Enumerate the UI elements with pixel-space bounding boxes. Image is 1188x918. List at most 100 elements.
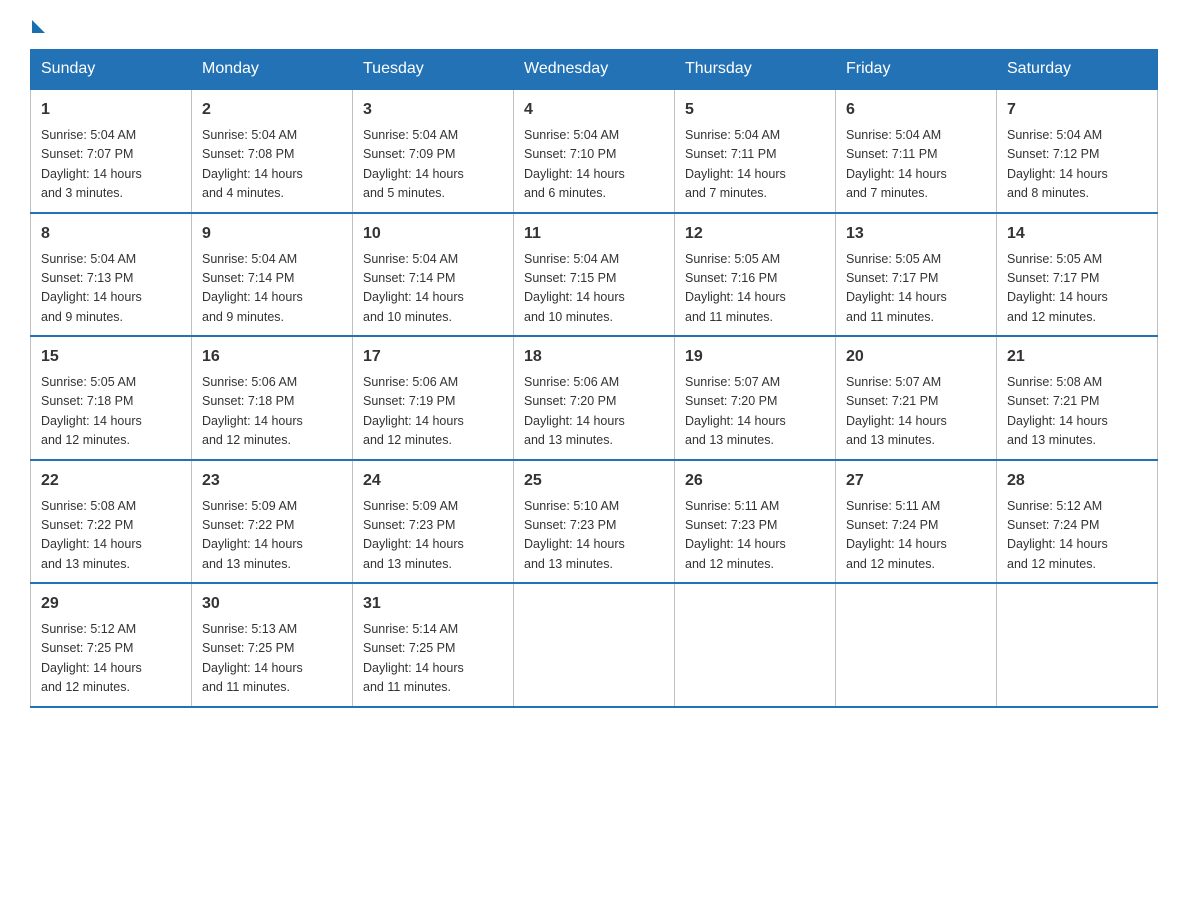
calendar-cell: 26 Sunrise: 5:11 AMSunset: 7:23 PMDayligh… <box>675 460 836 584</box>
day-info: Sunrise: 5:11 AMSunset: 7:24 PMDaylight:… <box>846 497 986 575</box>
day-number: 11 <box>524 222 664 246</box>
day-info: Sunrise: 5:04 AMSunset: 7:14 PMDaylight:… <box>363 250 503 328</box>
day-number: 8 <box>41 222 181 246</box>
page-header <box>30 20 1158 31</box>
day-info: Sunrise: 5:04 AMSunset: 7:09 PMDaylight:… <box>363 126 503 204</box>
day-number: 18 <box>524 345 664 369</box>
day-info: Sunrise: 5:10 AMSunset: 7:23 PMDaylight:… <box>524 497 664 575</box>
day-info: Sunrise: 5:07 AMSunset: 7:21 PMDaylight:… <box>846 373 986 451</box>
day-info: Sunrise: 5:11 AMSunset: 7:23 PMDaylight:… <box>685 497 825 575</box>
day-info: Sunrise: 5:04 AMSunset: 7:15 PMDaylight:… <box>524 250 664 328</box>
calendar-week-row: 29 Sunrise: 5:12 AMSunset: 7:25 PMDayligh… <box>31 583 1158 707</box>
calendar-cell: 6 Sunrise: 5:04 AMSunset: 7:11 PMDaylight… <box>836 89 997 213</box>
day-number: 2 <box>202 98 342 122</box>
calendar-cell: 20Sunrise: 5:07 AMSunset: 7:21 PMDayligh… <box>836 336 997 460</box>
day-info: Sunrise: 5:04 AMSunset: 7:10 PMDaylight:… <box>524 126 664 204</box>
calendar-cell <box>675 583 836 707</box>
day-number: 30 <box>202 592 342 616</box>
day-info: Sunrise: 5:04 AMSunset: 7:12 PMDaylight:… <box>1007 126 1147 204</box>
col-header-saturday: Saturday <box>997 50 1158 90</box>
calendar-cell: 24Sunrise: 5:09 AMSunset: 7:23 PMDayligh… <box>353 460 514 584</box>
day-number: 3 <box>363 98 503 122</box>
day-number: 16 <box>202 345 342 369</box>
calendar-cell: 5 Sunrise: 5:04 AMSunset: 7:11 PMDaylight… <box>675 89 836 213</box>
day-number: 13 <box>846 222 986 246</box>
calendar-table: SundayMondayTuesdayWednesdayThursdayFrid… <box>30 49 1158 708</box>
day-info: Sunrise: 5:04 AMSunset: 7:11 PMDaylight:… <box>846 126 986 204</box>
calendar-cell <box>997 583 1158 707</box>
day-info: Sunrise: 5:12 AMSunset: 7:25 PMDaylight:… <box>41 620 181 698</box>
day-info: Sunrise: 5:08 AMSunset: 7:21 PMDaylight:… <box>1007 373 1147 451</box>
day-number: 22 <box>41 469 181 493</box>
day-info: Sunrise: 5:12 AMSunset: 7:24 PMDaylight:… <box>1007 497 1147 575</box>
day-number: 15 <box>41 345 181 369</box>
day-number: 27 <box>846 469 986 493</box>
calendar-cell: 31 Sunrise: 5:14 AMSunset: 7:25 PMDayligh… <box>353 583 514 707</box>
day-info: Sunrise: 5:05 AMSunset: 7:16 PMDaylight:… <box>685 250 825 328</box>
calendar-cell: 7 Sunrise: 5:04 AMSunset: 7:12 PMDaylight… <box>997 89 1158 213</box>
calendar-cell: 3 Sunrise: 5:04 AMSunset: 7:09 PMDaylight… <box>353 89 514 213</box>
calendar-cell: 13 Sunrise: 5:05 AMSunset: 7:17 PMDayligh… <box>836 213 997 337</box>
calendar-header-row: SundayMondayTuesdayWednesdayThursdayFrid… <box>31 50 1158 90</box>
day-info: Sunrise: 5:07 AMSunset: 7:20 PMDaylight:… <box>685 373 825 451</box>
col-header-thursday: Thursday <box>675 50 836 90</box>
day-number: 25 <box>524 469 664 493</box>
day-number: 7 <box>1007 98 1147 122</box>
calendar-cell: 10 Sunrise: 5:04 AMSunset: 7:14 PMDayligh… <box>353 213 514 337</box>
day-info: Sunrise: 5:04 AMSunset: 7:08 PMDaylight:… <box>202 126 342 204</box>
calendar-cell <box>836 583 997 707</box>
calendar-week-row: 8 Sunrise: 5:04 AMSunset: 7:13 PMDaylight… <box>31 213 1158 337</box>
day-number: 9 <box>202 222 342 246</box>
calendar-cell <box>514 583 675 707</box>
calendar-cell: 18Sunrise: 5:06 AMSunset: 7:20 PMDayligh… <box>514 336 675 460</box>
day-number: 26 <box>685 469 825 493</box>
day-info: Sunrise: 5:08 AMSunset: 7:22 PMDaylight:… <box>41 497 181 575</box>
col-header-sunday: Sunday <box>31 50 192 90</box>
calendar-cell: 23Sunrise: 5:09 AMSunset: 7:22 PMDayligh… <box>192 460 353 584</box>
calendar-cell: 9 Sunrise: 5:04 AMSunset: 7:14 PMDaylight… <box>192 213 353 337</box>
day-info: Sunrise: 5:05 AMSunset: 7:17 PMDaylight:… <box>846 250 986 328</box>
calendar-cell: 2 Sunrise: 5:04 AMSunset: 7:08 PMDaylight… <box>192 89 353 213</box>
calendar-week-row: 22 Sunrise: 5:08 AMSunset: 7:22 PMDayligh… <box>31 460 1158 584</box>
day-number: 29 <box>41 592 181 616</box>
day-number: 1 <box>41 98 181 122</box>
calendar-cell: 30 Sunrise: 5:13 AMSunset: 7:25 PMDayligh… <box>192 583 353 707</box>
day-info: Sunrise: 5:13 AMSunset: 7:25 PMDaylight:… <box>202 620 342 698</box>
day-number: 31 <box>363 592 503 616</box>
day-number: 17 <box>363 345 503 369</box>
day-number: 10 <box>363 222 503 246</box>
col-header-tuesday: Tuesday <box>353 50 514 90</box>
calendar-week-row: 15 Sunrise: 5:05 AMSunset: 7:18 PMDayligh… <box>31 336 1158 460</box>
day-number: 28 <box>1007 469 1147 493</box>
calendar-cell: 19 Sunrise: 5:07 AMSunset: 7:20 PMDayligh… <box>675 336 836 460</box>
day-number: 12 <box>685 222 825 246</box>
day-info: Sunrise: 5:04 AMSunset: 7:13 PMDaylight:… <box>41 250 181 328</box>
day-number: 5 <box>685 98 825 122</box>
day-number: 19 <box>685 345 825 369</box>
day-number: 21 <box>1007 345 1147 369</box>
day-number: 6 <box>846 98 986 122</box>
day-info: Sunrise: 5:14 AMSunset: 7:25 PMDaylight:… <box>363 620 503 698</box>
day-number: 4 <box>524 98 664 122</box>
col-header-wednesday: Wednesday <box>514 50 675 90</box>
day-info: Sunrise: 5:06 AMSunset: 7:19 PMDaylight:… <box>363 373 503 451</box>
calendar-cell: 15 Sunrise: 5:05 AMSunset: 7:18 PMDayligh… <box>31 336 192 460</box>
day-info: Sunrise: 5:09 AMSunset: 7:23 PMDaylight:… <box>363 497 503 575</box>
day-info: Sunrise: 5:05 AMSunset: 7:18 PMDaylight:… <box>41 373 181 451</box>
day-info: Sunrise: 5:04 AMSunset: 7:11 PMDaylight:… <box>685 126 825 204</box>
calendar-cell: 27 Sunrise: 5:11 AMSunset: 7:24 PMDayligh… <box>836 460 997 584</box>
calendar-cell: 4 Sunrise: 5:04 AMSunset: 7:10 PMDaylight… <box>514 89 675 213</box>
calendar-cell: 22 Sunrise: 5:08 AMSunset: 7:22 PMDayligh… <box>31 460 192 584</box>
calendar-cell: 16 Sunrise: 5:06 AMSunset: 7:18 PMDayligh… <box>192 336 353 460</box>
day-info: Sunrise: 5:04 AMSunset: 7:14 PMDaylight:… <box>202 250 342 328</box>
day-info: Sunrise: 5:09 AMSunset: 7:22 PMDaylight:… <box>202 497 342 575</box>
day-info: Sunrise: 5:05 AMSunset: 7:17 PMDaylight:… <box>1007 250 1147 328</box>
calendar-cell: 12 Sunrise: 5:05 AMSunset: 7:16 PMDayligh… <box>675 213 836 337</box>
day-info: Sunrise: 5:06 AMSunset: 7:18 PMDaylight:… <box>202 373 342 451</box>
calendar-cell: 25 Sunrise: 5:10 AMSunset: 7:23 PMDayligh… <box>514 460 675 584</box>
calendar-cell: 21 Sunrise: 5:08 AMSunset: 7:21 PMDayligh… <box>997 336 1158 460</box>
day-number: 14 <box>1007 222 1147 246</box>
logo-triangle-icon <box>32 20 45 33</box>
calendar-cell: 1Sunrise: 5:04 AMSunset: 7:07 PMDaylight… <box>31 89 192 213</box>
col-header-friday: Friday <box>836 50 997 90</box>
